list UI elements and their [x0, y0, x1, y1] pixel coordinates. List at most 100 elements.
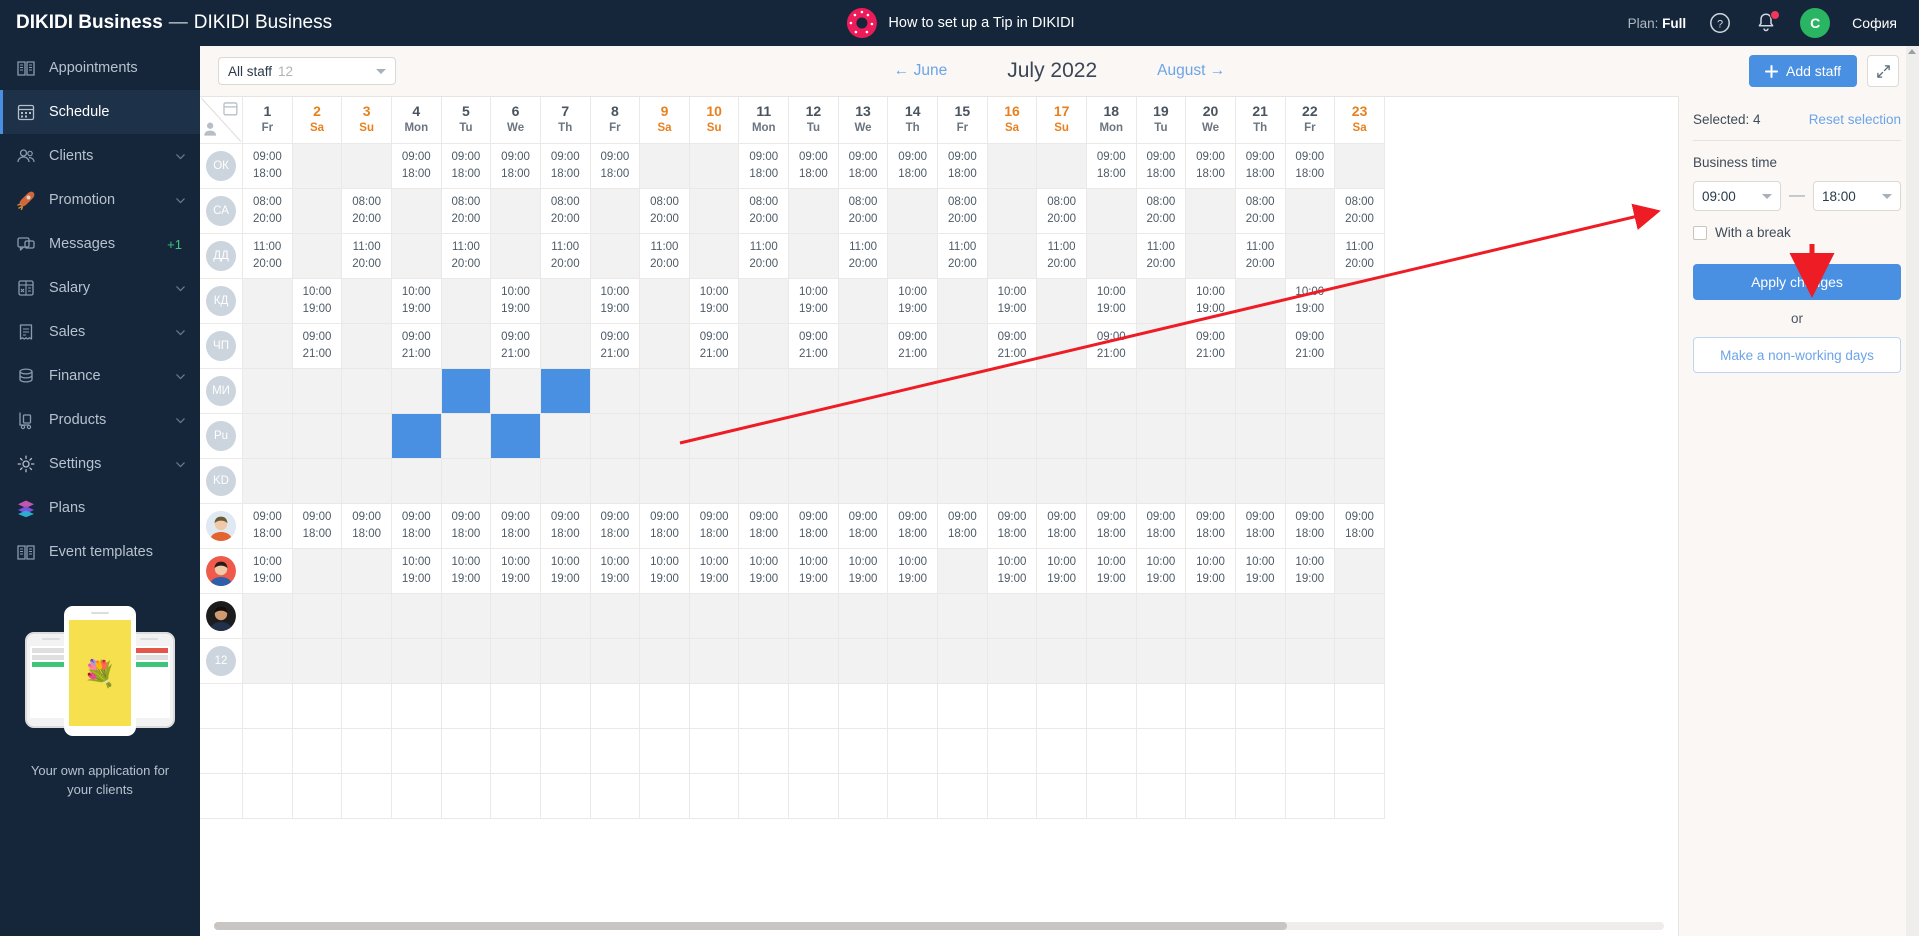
day-header-14[interactable]: 14 Th — [887, 97, 939, 144]
schedule-cell[interactable] — [490, 593, 541, 639]
schedule-cell[interactable] — [1036, 593, 1087, 639]
schedule-cell[interactable] — [1036, 278, 1087, 324]
schedule-cell[interactable] — [391, 368, 442, 414]
schedule-cell[interactable] — [887, 368, 939, 414]
schedule-cell[interactable]: 09:00 21:00 — [887, 323, 939, 369]
schedule-cell[interactable]: 11:00 20:00 — [242, 233, 293, 279]
with-break-row[interactable]: With a break — [1693, 225, 1901, 240]
schedule-cell[interactable]: 09:00 21:00 — [1285, 323, 1336, 369]
schedule-cell[interactable]: 08:00 20:00 — [838, 188, 889, 234]
staff-avatar-cell[interactable]: Pu — [200, 413, 244, 459]
day-header-8[interactable]: 8 Fr — [590, 97, 641, 144]
horizontal-scrollbar[interactable] — [214, 922, 1664, 930]
schedule-cell[interactable]: 08:00 20:00 — [242, 188, 293, 234]
schedule-cell[interactable] — [1235, 368, 1286, 414]
schedule-cell[interactable]: 09:00 21:00 — [590, 323, 641, 369]
schedule-cell[interactable] — [292, 638, 343, 684]
schedule-cell[interactable] — [689, 458, 740, 504]
schedule-cell[interactable] — [391, 233, 442, 279]
schedule-cell[interactable] — [788, 638, 839, 684]
schedule-cell[interactable]: 09:00 18:00 — [441, 503, 492, 549]
schedule-cell[interactable]: 09:00 18:00 — [242, 143, 293, 189]
schedule-cell[interactable] — [590, 593, 641, 639]
schedule-cell[interactable] — [937, 323, 988, 369]
schedule-cell[interactable]: 09:00 18:00 — [540, 503, 591, 549]
schedule-cell[interactable] — [788, 593, 839, 639]
sidebar-item-plans[interactable]: Plans — [0, 486, 200, 530]
staff-avatar-cell[interactable]: ЧП — [200, 323, 244, 369]
schedule-cell[interactable] — [738, 593, 790, 639]
sidebar-item-messages[interactable]: Messages +1 — [0, 222, 200, 266]
schedule-cell[interactable] — [1285, 368, 1336, 414]
schedule-cell[interactable]: 10:00 19:00 — [1185, 278, 1236, 324]
schedule-cell[interactable] — [1036, 638, 1087, 684]
notifications-button[interactable] — [1754, 10, 1781, 35]
schedule-cell[interactable]: 08:00 20:00 — [341, 188, 392, 234]
schedule-cell[interactable]: 09:00 18:00 — [1185, 143, 1236, 189]
schedule-cell[interactable]: 09:00 18:00 — [887, 503, 939, 549]
schedule-cell[interactable] — [292, 548, 343, 594]
day-header-9[interactable]: 9 Sa — [639, 97, 690, 144]
schedule-cell[interactable]: 10:00 19:00 — [292, 278, 343, 324]
schedule-cell[interactable] — [838, 278, 889, 324]
schedule-cell[interactable]: 09:00 18:00 — [341, 503, 392, 549]
schedule-cell[interactable]: 09:00 21:00 — [490, 323, 541, 369]
schedule-cell[interactable] — [1334, 593, 1385, 639]
schedule-cell[interactable] — [1136, 458, 1187, 504]
schedule-cell[interactable] — [341, 278, 392, 324]
next-month-link[interactable]: August → — [1157, 62, 1225, 80]
schedule-cell[interactable]: 09:00 18:00 — [738, 143, 790, 189]
schedule-cell[interactable] — [689, 593, 740, 639]
schedule-cell[interactable] — [788, 233, 839, 279]
schedule-cell[interactable]: 10:00 19:00 — [1136, 548, 1187, 594]
add-staff-button[interactable]: Add staff — [1748, 55, 1857, 87]
schedule-cell[interactable]: 10:00 19:00 — [1185, 548, 1236, 594]
schedule-cell[interactable]: 10:00 19:00 — [1086, 278, 1137, 324]
staff-avatar-cell[interactable]: СА — [200, 188, 244, 234]
staff-avatar-cell[interactable] — [200, 548, 244, 594]
schedule-cell[interactable] — [341, 458, 392, 504]
schedule-cell[interactable] — [490, 413, 541, 459]
schedule-cell[interactable] — [441, 278, 492, 324]
page-scrollbar[interactable] — [1906, 46, 1919, 936]
day-header-4[interactable]: 4 Mon — [391, 97, 442, 144]
schedule-cell[interactable]: 09:00 18:00 — [590, 143, 641, 189]
schedule-cell[interactable]: 08:00 20:00 — [540, 188, 591, 234]
sidebar-item-products[interactable]: Products — [0, 398, 200, 442]
schedule-cell[interactable] — [341, 413, 392, 459]
schedule-cell[interactable] — [1036, 323, 1087, 369]
schedule-cell[interactable]: 09:00 18:00 — [937, 503, 988, 549]
schedule-cell[interactable]: 08:00 20:00 — [937, 188, 988, 234]
schedule-cell[interactable] — [292, 458, 343, 504]
schedule-cell[interactable] — [887, 413, 939, 459]
schedule-cell[interactable] — [1334, 413, 1385, 459]
schedule-cell[interactable]: 09:00 18:00 — [490, 503, 541, 549]
schedule-cell[interactable] — [1334, 638, 1385, 684]
schedule-cell[interactable]: 09:00 21:00 — [689, 323, 740, 369]
make-nonworking-days-button[interactable]: Make a non-working days — [1693, 337, 1901, 373]
schedule-cell[interactable]: 09:00 18:00 — [788, 143, 839, 189]
schedule-cell[interactable] — [540, 458, 591, 504]
day-header-18[interactable]: 18 Mon — [1086, 97, 1137, 144]
schedule-cell[interactable]: 09:00 18:00 — [391, 143, 442, 189]
schedule-cell[interactable] — [391, 458, 442, 504]
sidebar-item-settings[interactable]: Settings — [0, 442, 200, 486]
schedule-cell[interactable]: 10:00 19:00 — [391, 548, 442, 594]
schedule-cell[interactable] — [490, 638, 541, 684]
schedule-cell[interactable]: 10:00 19:00 — [1235, 548, 1286, 594]
schedule-cell[interactable]: 08:00 20:00 — [1136, 188, 1187, 234]
prev-month-link[interactable]: ← June — [894, 62, 947, 80]
schedule-cell[interactable] — [689, 638, 740, 684]
schedule-cell[interactable]: 08:00 20:00 — [738, 188, 790, 234]
schedule-cell[interactable] — [987, 413, 1038, 459]
schedule-cell[interactable]: 10:00 19:00 — [441, 548, 492, 594]
schedule-cell[interactable] — [639, 323, 690, 369]
schedule-cell[interactable]: 09:00 18:00 — [689, 503, 740, 549]
schedule-cell[interactable]: 11:00 20:00 — [738, 233, 790, 279]
schedule-cell[interactable] — [441, 458, 492, 504]
schedule-cell[interactable] — [590, 413, 641, 459]
schedule-cell[interactable] — [838, 593, 889, 639]
schedule-cell[interactable]: 09:00 18:00 — [987, 503, 1038, 549]
schedule-cell[interactable] — [887, 188, 939, 234]
schedule-cell[interactable] — [738, 413, 790, 459]
